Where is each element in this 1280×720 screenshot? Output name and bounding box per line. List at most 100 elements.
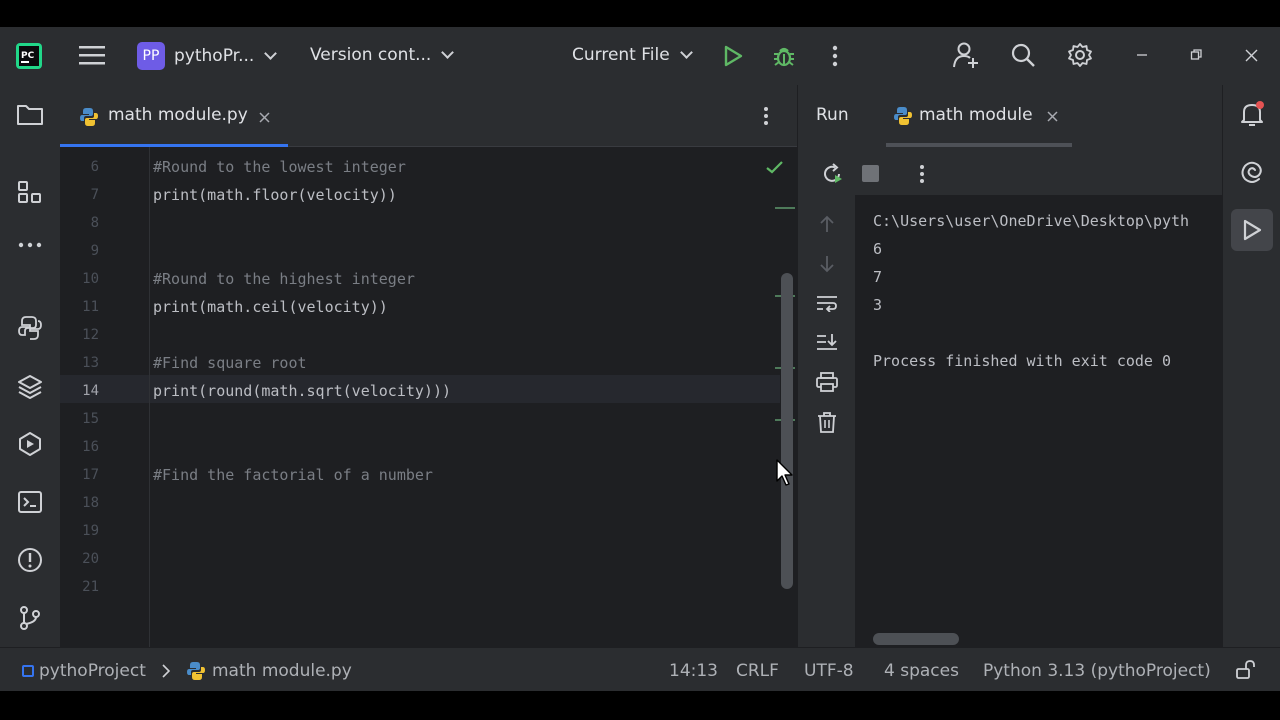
rerun-icon[interactable] [820,162,844,186]
debug-button[interactable] [771,43,797,69]
gear-icon[interactable] [1066,41,1094,69]
editor-tab-bar: math module.py [60,85,797,148]
code-line: print(round(math.sqrt(velocity))) [153,382,452,400]
add-user-icon[interactable] [951,40,981,70]
tab-options-icon[interactable] [760,105,772,127]
line-number: 19 [82,523,99,539]
run-tool-button[interactable] [1231,209,1273,251]
scroll-to-end-icon[interactable] [815,331,839,353]
python-console-icon[interactable] [16,314,44,342]
code-line: print(math.ceil(velocity)) [153,298,388,316]
structure-icon[interactable] [16,178,44,206]
print-icon[interactable] [815,371,839,393]
main-menu-icon[interactable] [78,43,106,67]
line-number: 20 [82,551,99,567]
console-horizontal-scrollbar[interactable] [873,633,959,645]
run-panel-title: Run [816,105,849,125]
project-folder-icon[interactable] [15,102,45,128]
run-tab-label: math module [919,105,1033,125]
close-window-icon[interactable] [1243,47,1259,63]
line-number: 18 [82,495,99,511]
chevron-right-icon [160,663,172,679]
code-line: print(math.floor(velocity)) [153,186,397,204]
soft-wrap-icon[interactable] [815,292,839,314]
notifications-bell-icon[interactable] [1238,99,1266,129]
run-config-selector[interactable]: Current File [572,45,693,65]
close-tab-icon[interactable] [1044,108,1060,124]
line-number: 12 [82,327,99,343]
services-icon[interactable] [16,430,44,458]
code-line: #Find square root [153,354,307,372]
inspection-ok-icon[interactable] [765,159,783,175]
scroll-marker [775,207,795,209]
console-line: 3 [873,296,883,314]
python-interpreter[interactable]: Python 3.13 (pythoProject) [983,661,1211,681]
line-separator[interactable]: CRLF [736,661,779,681]
pycharm-logo-icon: PC [16,43,42,69]
line-number: 8 [90,215,99,231]
problems-icon[interactable] [16,546,44,574]
code-line: #Find the factorial of a number [153,466,433,484]
console-line: 6 [873,240,883,258]
run-console-output[interactable]: C:\Users\user\OneDrive\Desktop\pyth 6 7 … [855,195,1223,647]
project-badge: PP [137,42,165,70]
line-number: 10 [82,271,99,287]
console-line: Process finished with exit code 0 [873,352,1172,370]
trash-icon[interactable] [816,410,838,434]
caret-position[interactable]: 14:13 [669,661,718,681]
lock-icon[interactable] [1234,659,1256,681]
line-number: 15 [82,411,99,427]
line-number: 6 [90,159,99,175]
close-tab-icon[interactable] [256,109,272,125]
file-encoding[interactable]: UTF-8 [804,661,854,681]
code-line: #Round to the highest integer [153,270,415,288]
vcs-selector[interactable]: Version cont... [310,45,455,65]
chevron-down-icon [679,46,693,59]
mouse-cursor [776,459,796,489]
line-number: 11 [82,299,99,315]
minimize-icon[interactable] [1134,47,1150,63]
vcs-label: Version cont... [310,45,432,65]
line-number: 14 [82,383,99,399]
layers-icon[interactable] [16,372,44,400]
line-number: 13 [82,355,99,371]
indent-setting[interactable]: 4 spaces [884,661,959,681]
stop-icon[interactable] [862,165,879,182]
python-file-icon [185,660,207,682]
code-editor[interactable]: 6 7 8 9 10 11 12 13 14 15 16 17 18 19 20… [60,147,797,647]
svg-text:PC: PC [21,51,35,61]
line-number: 21 [82,579,99,595]
scroll-up-icon[interactable] [816,213,838,235]
ai-assistant-icon[interactable] [1238,158,1266,186]
line-number-gutter: 6 7 8 9 10 11 12 13 14 15 16 17 18 19 20… [60,147,150,647]
breadcrumb-project[interactable]: pythoProject [39,661,146,681]
editor-tab-label: math module.py [108,105,248,125]
play-icon [1241,219,1263,241]
top-bar: PC PP pythoPr... Version cont... Current… [0,27,1280,85]
breadcrumb-file[interactable]: math module.py [212,661,352,681]
run-tab[interactable]: math module [886,85,1074,147]
chevron-down-icon [264,47,278,60]
more-actions-icon[interactable] [825,43,845,69]
terminal-icon[interactable] [16,488,44,516]
run-more-icon[interactable] [916,163,928,185]
line-number: 17 [82,467,99,483]
console-line: C:\Users\user\OneDrive\Desktop\pyth [873,212,1190,230]
line-number: 16 [82,439,99,455]
scroll-down-icon[interactable] [816,253,838,275]
python-file-icon [78,106,100,128]
restore-icon[interactable] [1188,47,1204,63]
python-file-icon [892,105,914,127]
line-number: 7 [90,187,99,203]
ide-window: PC PP pythoPr... Version cont... Current… [0,27,1280,691]
line-number: 9 [90,243,99,259]
left-tool-bar [0,85,60,647]
run-tool-window: Run math module C:\Users\user\OneDrive\D… [797,85,1223,647]
git-icon[interactable] [16,604,44,632]
editor-scrollbar[interactable] [781,273,793,589]
more-tools-icon[interactable] [16,237,44,253]
search-icon[interactable] [1009,41,1037,69]
project-selector[interactable]: PP pythoPr... [137,42,278,70]
run-button[interactable] [720,43,746,69]
editor-tab[interactable]: math module.py [60,85,288,148]
